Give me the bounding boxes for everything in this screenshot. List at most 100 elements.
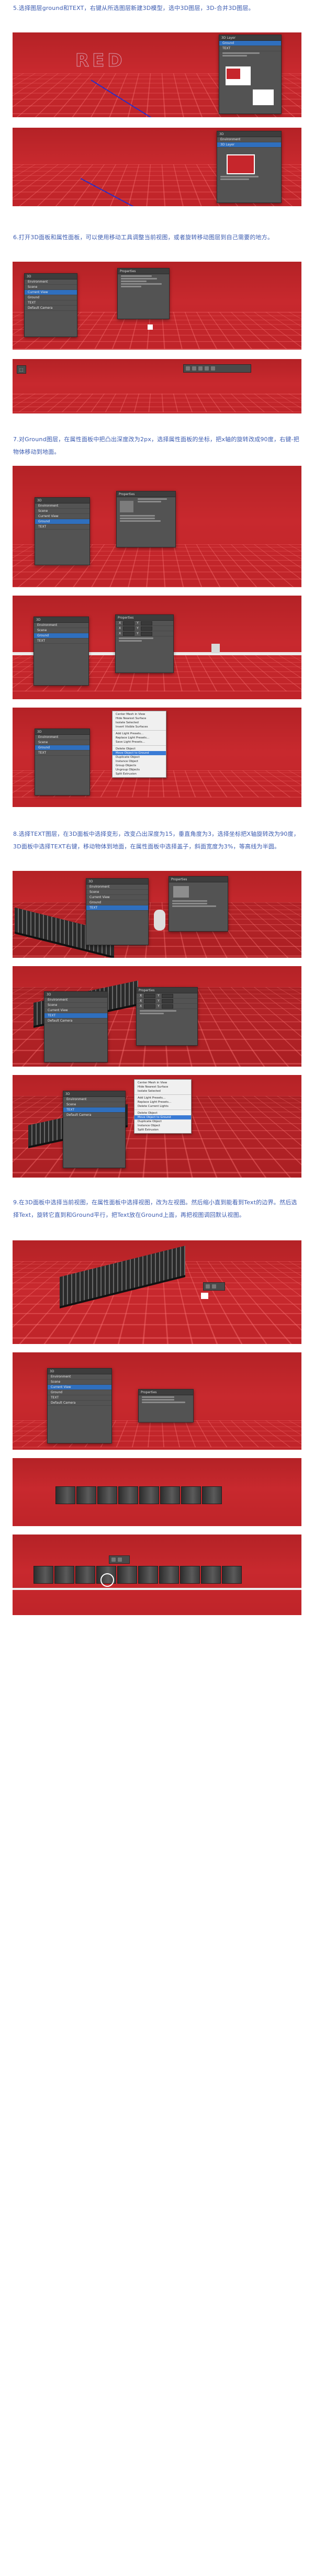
- row-label[interactable]: Environment: [38, 735, 58, 739]
- menu-item[interactable]: Save Light Presets...: [113, 740, 166, 744]
- pan-icon[interactable]: [198, 366, 203, 371]
- row-label[interactable]: Ground: [38, 520, 50, 523]
- step-5-text: 5.选择图层ground和TEXT，右键从所选图层新建3D模型，选中3D图层，3…: [13, 2, 301, 15]
- row-label[interactable]: Environment: [51, 1375, 71, 1379]
- rotate-gizmo-icon[interactable]: [100, 1573, 114, 1587]
- context-menu: Center Mesh in View Hide Nearest Surface…: [134, 1079, 192, 1134]
- row-label[interactable]: TEXT: [89, 906, 97, 910]
- panel-tab: Properties: [118, 616, 133, 620]
- menu-item[interactable]: Isolate Selected: [113, 721, 166, 725]
- row-label[interactable]: Scene: [38, 741, 48, 744]
- menu-item[interactable]: Duplicate Object: [134, 1119, 191, 1124]
- menu-item[interactable]: Delete Object: [134, 1111, 191, 1115]
- row-label[interactable]: Environment: [66, 1097, 86, 1101]
- row-label[interactable]: 3D Layer: [220, 143, 234, 147]
- menu-item[interactable]: Delete Object: [113, 747, 166, 751]
- row-label[interactable]: Environment: [89, 885, 109, 889]
- panel-tab: 3D: [47, 993, 51, 996]
- row-label[interactable]: Default Camera: [66, 1113, 91, 1117]
- row-label[interactable]: Default Camera: [28, 306, 52, 310]
- menu-item[interactable]: Invert Visible Surfaces: [113, 725, 166, 729]
- row-label[interactable]: Scene: [37, 629, 47, 632]
- row-label[interactable]: TEXT: [66, 1108, 74, 1112]
- gizmo[interactable]: [154, 910, 165, 931]
- row-label[interactable]: TEXT: [51, 1396, 59, 1399]
- row-label[interactable]: Ground: [38, 746, 50, 749]
- scene-object: [201, 1293, 208, 1299]
- row-label[interactable]: Scene: [51, 1380, 60, 1384]
- row-label[interactable]: TEXT: [37, 639, 45, 643]
- menu-item[interactable]: Isolate Selected: [134, 1089, 191, 1093]
- menu-item-move-to-ground[interactable]: Move Object to Ground: [113, 751, 166, 755]
- menu-item[interactable]: Split Extrusion: [134, 1128, 191, 1132]
- 3d-mode-bar: [183, 364, 251, 373]
- properties-panel: Properties: [117, 268, 170, 319]
- row-label[interactable]: Ground: [51, 1391, 62, 1394]
- row-label[interactable]: Ground: [37, 634, 49, 637]
- 3d-tool-icon[interactable]: ⬚: [19, 367, 24, 372]
- row-label[interactable]: Scene: [28, 285, 37, 289]
- row-label[interactable]: Scene: [48, 1003, 57, 1007]
- ground-object: [13, 1588, 301, 1590]
- row-label[interactable]: Current View: [38, 514, 59, 518]
- panel-tab: 3D: [50, 1370, 54, 1373]
- layers-panel: 3D Layer Ground TEXT: [219, 35, 282, 114]
- menu-item[interactable]: Delete Current Lights: [134, 1104, 191, 1108]
- panel-tab: Properties: [120, 270, 136, 273]
- rotate-icon[interactable]: [186, 366, 190, 371]
- row-label[interactable]: Default Camera: [48, 1019, 72, 1023]
- menu-item[interactable]: Instance Object: [134, 1124, 191, 1128]
- row-label[interactable]: Current View: [89, 895, 110, 899]
- row-label[interactable]: Environment: [28, 280, 48, 284]
- menu-item[interactable]: Ungroup Objects: [113, 768, 166, 772]
- row-label[interactable]: TEXT: [38, 751, 46, 755]
- menu-item[interactable]: Replace Light Presets...: [134, 1100, 191, 1104]
- row-label[interactable]: Scene: [38, 509, 48, 513]
- menu-item[interactable]: Group Objects: [113, 764, 166, 768]
- row-label[interactable]: Scene: [89, 890, 99, 894]
- menu-item[interactable]: Center Mesh in View: [113, 712, 166, 716]
- mesh-preview: [173, 886, 189, 898]
- row-label[interactable]: Current View: [51, 1385, 71, 1389]
- row-label[interactable]: Environment: [38, 504, 58, 508]
- panel-tab: Properties: [139, 989, 154, 992]
- panel-tab: 3D: [37, 730, 41, 734]
- menu-item[interactable]: Hide Nearest Surface: [113, 716, 166, 721]
- panel-tab: 3D: [88, 880, 93, 883]
- row-label[interactable]: Current View: [48, 1009, 68, 1012]
- row-label[interactable]: TEXT: [222, 47, 230, 50]
- row-label[interactable]: Default Camera: [51, 1401, 75, 1405]
- row-label[interactable]: Ground: [222, 41, 234, 45]
- menu-item[interactable]: Duplicate Object: [113, 755, 166, 759]
- scene-object: [148, 324, 153, 330]
- row-label[interactable]: TEXT: [28, 301, 36, 305]
- row-label[interactable]: Environment: [220, 138, 240, 141]
- menu-item[interactable]: Add Light Presets...: [113, 732, 166, 736]
- screenshot-step-9d: [13, 1535, 301, 1615]
- roll-icon[interactable]: [192, 366, 196, 371]
- menu-item[interactable]: Instance Object: [113, 759, 166, 764]
- row-label[interactable]: Environment: [48, 998, 68, 1002]
- 3d-panel: 3D Environment Scene Ground TEXT: [33, 617, 89, 686]
- row-label[interactable]: Scene: [66, 1103, 76, 1106]
- row-label[interactable]: Ground: [28, 296, 39, 299]
- row-label[interactable]: Environment: [37, 623, 57, 627]
- scale-icon[interactable]: [211, 366, 215, 371]
- row-label[interactable]: TEXT: [48, 1014, 55, 1017]
- menu-item[interactable]: Split Extrusion: [113, 772, 166, 776]
- panel-tab: Properties: [171, 878, 187, 881]
- text-side-view: [33, 1566, 242, 1584]
- row-label[interactable]: TEXT: [38, 525, 46, 529]
- 3d-panel: 3D Environment Scene TEXT Default Camera: [63, 1091, 126, 1168]
- 3d-panel: 3D Environment Scene Current View TEXT D…: [44, 991, 108, 1062]
- row-label[interactable]: Current View: [28, 290, 48, 294]
- row-label[interactable]: Ground: [89, 901, 101, 904]
- screenshot-step-8c: 3D Environment Scene TEXT Default Camera…: [13, 1075, 301, 1178]
- toolbar: ⬚: [17, 365, 26, 374]
- menu-item-move-to-ground[interactable]: Move Object to Ground: [134, 1115, 191, 1119]
- menu-item[interactable]: Replace Light Presets...: [113, 736, 166, 740]
- menu-item[interactable]: Add Light Presets...: [134, 1096, 191, 1100]
- menu-item[interactable]: Center Mesh in View: [134, 1081, 191, 1085]
- menu-item[interactable]: Hide Nearest Surface: [134, 1085, 191, 1089]
- slide-icon[interactable]: [205, 366, 209, 371]
